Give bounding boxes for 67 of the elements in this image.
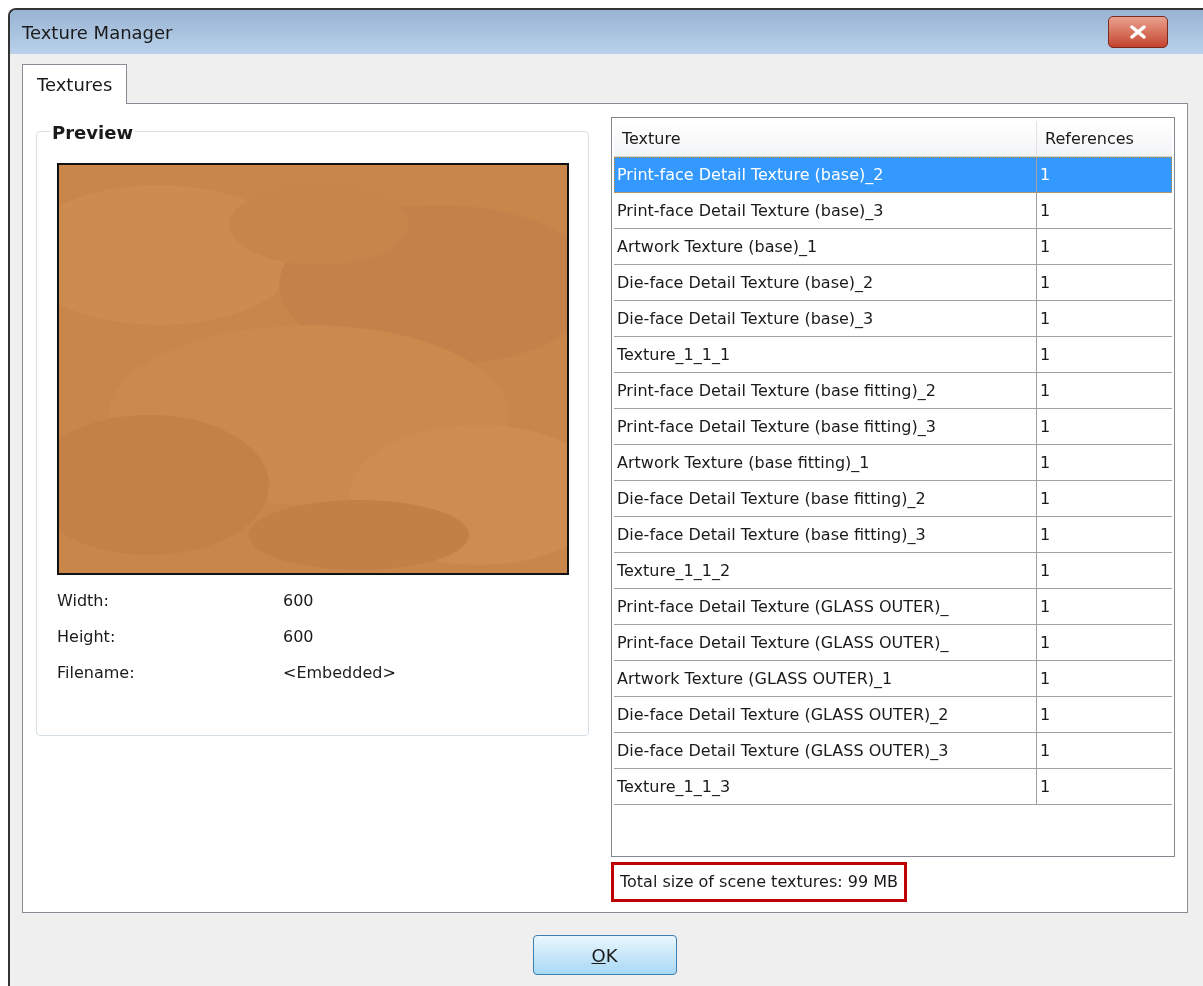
table-cell: Print-face Detail Texture (GLASS OUTER)_: [614, 625, 1037, 660]
table-cell: Die-face Detail Texture (base fitting)_3: [614, 517, 1037, 552]
table-cell-text: 1: [1039, 451, 1052, 474]
table-row[interactable]: Die-face Detail Texture (base fitting)_2 1: [614, 481, 1172, 517]
table-cell: Texture_1_1_2: [614, 553, 1037, 588]
table-row[interactable]: Die-face Detail Texture (base)_3 1: [614, 301, 1172, 337]
table-cell-text: 1: [1039, 271, 1052, 294]
window-title: Texture Manager: [22, 20, 173, 45]
property-label: Height:: [57, 626, 117, 648]
table-cell: Die-face Detail Texture (GLASS OUTER)_2: [614, 697, 1037, 732]
table-cell-text: 1: [1039, 739, 1052, 762]
total-size-label: Total size of scene textures: 99 MB: [611, 862, 907, 902]
table-row[interactable]: Die-face Detail Texture (base fitting)_3 1: [614, 517, 1172, 553]
table-cell: Artwork Texture (GLASS OUTER)_1: [614, 661, 1037, 696]
table-row[interactable]: Die-face Detail Texture (GLASS OUTER)_3 1: [614, 733, 1172, 769]
table-cell: Artwork Texture (base)_1: [614, 229, 1037, 264]
table-row[interactable]: Texture_1_1_2 1: [614, 553, 1172, 589]
table-cell: Print-face Detail Texture (base fitting)_3: [614, 409, 1037, 444]
table-row[interactable]: Print-face Detail Texture (base)_3 1: [614, 193, 1172, 229]
table-row[interactable]: Die-face Detail Texture (GLASS OUTER)_2 1: [614, 697, 1172, 733]
property-value: 600: [283, 626, 314, 648]
table-row[interactable]: Artwork Texture (base fitting)_1 1: [614, 445, 1172, 481]
table-row[interactable]: Print-face Detail Texture (GLASS OUTER)_ 1: [614, 625, 1172, 661]
table-cell-text: 1: [1039, 199, 1052, 222]
table-row[interactable]: Artwork Texture (base)_1 1: [614, 229, 1172, 265]
table-cell-text: 1: [1039, 235, 1052, 258]
table-cell: Texture_1_1_1: [614, 337, 1037, 372]
column-header[interactable]: References: [1037, 121, 1172, 156]
table-cell-text: 1: [1039, 595, 1052, 618]
close-button[interactable]: [1108, 16, 1168, 48]
table-cell-text: 1: [1039, 667, 1052, 690]
table-cell: Artwork Texture (base fitting)_1: [614, 445, 1037, 480]
table-cell-text: 1: [1039, 415, 1052, 438]
table-row[interactable]: Texture_1_1_1 1: [614, 337, 1172, 373]
table-cell-text: 1: [1039, 163, 1052, 186]
table-cell: Print-face Detail Texture (base)_2: [614, 157, 1037, 192]
table-row[interactable]: Texture_1_1_3 1: [614, 769, 1172, 805]
property-label: Width:: [57, 590, 110, 612]
table-cell: Print-face Detail Texture (base)_3: [614, 193, 1037, 228]
table-cell-text: 1: [1039, 487, 1052, 510]
table-cell-text: 1: [1039, 631, 1052, 654]
table-cell: Die-face Detail Texture (base)_3: [614, 301, 1037, 336]
tab[interactable]: Textures: [22, 64, 128, 104]
table-cell-text: 1: [1039, 343, 1052, 366]
table-row[interactable]: Print-face Detail Texture (GLASS OUTER)_ 1: [614, 589, 1172, 625]
table-cell-text: 1: [1039, 559, 1052, 582]
table-cell: Die-face Detail Texture (GLASS OUTER)_3: [614, 733, 1037, 768]
property-value: 600: [283, 590, 314, 612]
table-row[interactable]: Print-face Detail Texture (base fitting)_2 1: [614, 373, 1172, 409]
table-row[interactable]: Die-face Detail Texture (base)_2 1: [614, 265, 1172, 301]
table-cell-text: 1: [1039, 523, 1052, 546]
ok-button[interactable]: OK: [532, 935, 677, 975]
property-label: Filename:: [57, 662, 136, 684]
column-header[interactable]: Texture: [614, 121, 1037, 156]
table-cell: Die-face Detail Texture (base)_2: [614, 265, 1037, 300]
table-row[interactable]: Print-face Detail Texture (base fitting)_3 1: [614, 409, 1172, 445]
table-cell-text: 1: [1039, 775, 1052, 798]
close-icon: [1129, 25, 1147, 39]
property-value: <Embedded>: [283, 662, 396, 684]
table-cell-text: 1: [1039, 307, 1052, 330]
table-cell: Texture_1_1_3: [614, 769, 1037, 804]
table-cell: Die-face Detail Texture (base fitting)_2: [614, 481, 1037, 516]
table-cell: Print-face Detail Texture (base fitting)_2: [614, 373, 1037, 408]
table-cell-text: 1: [1039, 379, 1052, 402]
table-cell-text: 1: [1039, 703, 1052, 726]
table-row[interactable]: Artwork Texture (GLASS OUTER)_1 1: [614, 661, 1172, 697]
table-cell: Print-face Detail Texture (GLASS OUTER)_: [614, 589, 1037, 624]
